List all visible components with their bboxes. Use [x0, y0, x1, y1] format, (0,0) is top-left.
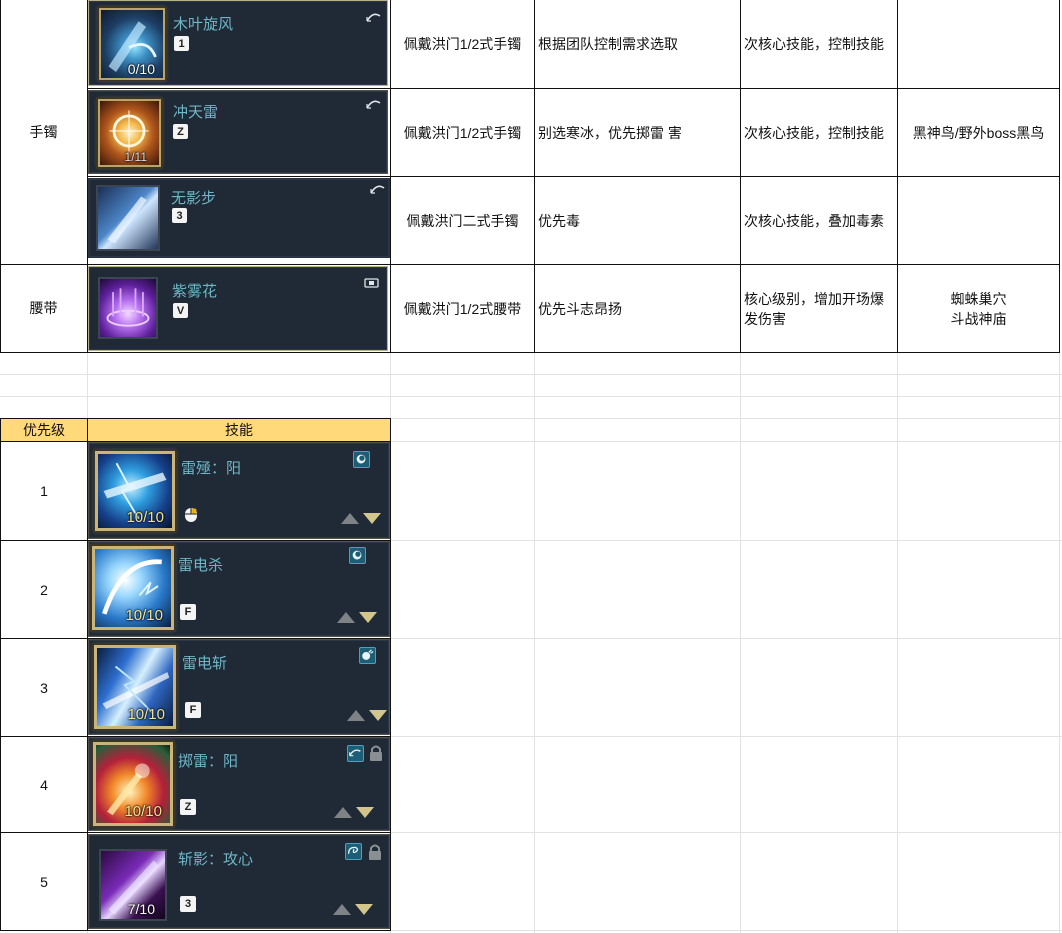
gesture-icon: [366, 100, 381, 109]
skill-level: 10/10: [125, 607, 163, 624]
set-cell: 佩戴洪门1/2式手镯: [403, 124, 522, 141]
lock-icon: [369, 844, 381, 860]
skill-icon-whirlwind: 0/10: [99, 8, 165, 80]
source-cell: [898, 0, 1059, 88]
note-cell: 优先毒: [538, 212, 580, 229]
skill-icon-shadowless-step: [96, 185, 160, 251]
skill-key: Z: [173, 124, 188, 139]
category-belt: 腰带: [0, 264, 87, 352]
skill-level: 10/10: [127, 706, 165, 723]
skill-icon-skyward-thunder: 1/11: [98, 99, 161, 167]
skill-icon-throw-thunder: 10/10: [93, 742, 173, 826]
skill-key: 3: [180, 896, 196, 912]
priority-arrows-icon[interactable]: [345, 707, 389, 723]
skill-key: V: [173, 303, 188, 318]
priority-arrows-icon[interactable]: [339, 510, 383, 526]
role-cell: 次核心技能，控制技能: [744, 124, 884, 141]
skill-key: Z: [180, 799, 196, 815]
skill-name: 紫雾花: [172, 282, 218, 300]
skill-card[interactable]: 0/10 木叶旋风 1: [88, 0, 388, 86]
skill-card[interactable]: 无影步 3: [88, 178, 390, 258]
skill-icon-lightning-kill: 10/10: [92, 546, 174, 630]
skill-type-icon: [349, 547, 366, 564]
skill-type-icon: [347, 745, 364, 762]
category-label: 手镯: [29, 124, 58, 140]
skill-key: 3: [172, 208, 187, 223]
priority-number: 4: [40, 776, 48, 793]
note-cell: 别选寒冰，优先掷雷 害: [538, 124, 682, 141]
skill-key: F: [185, 702, 201, 718]
skill-name: 雷电斩: [182, 654, 228, 672]
skill-card[interactable]: 7/10 斩影：攻心 3: [88, 834, 390, 929]
skill-key: F: [180, 604, 196, 620]
priority-number: 1: [40, 483, 48, 499]
set-cell: 佩戴洪门二式手镯: [406, 212, 519, 229]
set-cell: 佩戴洪门1/2式手镯: [403, 36, 522, 52]
priority-number: 3: [40, 679, 48, 696]
lock-icon: [370, 745, 382, 761]
skill-icon-thunder-strike: 10/10: [95, 451, 175, 531]
skill-card[interactable]: 10/10 雷殛：阳: [88, 442, 390, 539]
skill-type-icon: [353, 451, 370, 468]
skill-key: 1: [174, 36, 189, 51]
skill-card[interactable]: 紫雾花 V: [88, 266, 388, 351]
header-priority: 优先级: [1, 419, 87, 441]
header-skill: 技能: [88, 419, 390, 441]
skill-name: 雷电杀: [178, 556, 224, 574]
skill-type-icon: [345, 843, 362, 860]
gesture-icon: [366, 13, 381, 22]
source-cell: 蜘蛛巢穴 斗战神庙: [950, 290, 1007, 327]
set-cell: 佩戴洪门1/2式腰带: [403, 300, 522, 317]
skill-type-icon: [359, 647, 376, 664]
priority-arrows-icon[interactable]: [332, 804, 376, 820]
skill-icon-lightning-slash: 10/10: [94, 645, 176, 729]
skill-level: 0/10: [127, 61, 155, 77]
note-cell: 优先斗志昂扬: [538, 300, 622, 317]
skill-level: 10/10: [126, 509, 164, 526]
role-cell: 次核心技能，控制技能: [744, 36, 884, 52]
role-cell: 核心级别，增加开场爆 发伤害: [744, 290, 884, 327]
skill-card[interactable]: 1/11 冲天雷 Z: [88, 90, 388, 174]
skill-level: 7/10: [127, 901, 155, 917]
priority-arrows-icon[interactable]: [335, 609, 379, 625]
mouse-icon: [185, 508, 197, 522]
skill-name: 无影步: [171, 189, 217, 207]
skill-card[interactable]: 10/10 雷电杀 F: [88, 541, 390, 637]
skill-name: 掷雷：阳: [178, 752, 239, 770]
belt-icon: [364, 278, 379, 288]
skill-icon-shadow-slash: 7/10: [99, 849, 167, 921]
skill-level: 10/10: [124, 803, 162, 820]
skill-card[interactable]: 10/10 雷电斩 F: [88, 639, 390, 735]
source-cell: 黑神鸟/野外boss黑鸟: [912, 124, 1045, 141]
priority-number: 2: [40, 581, 48, 598]
skill-name: 斩影：攻心: [178, 850, 254, 868]
role-cell: 次核心技能，叠加毒素: [744, 212, 884, 229]
source-cell: [898, 177, 1059, 264]
skill-card[interactable]: 10/10 掷雷：阳 Z: [88, 737, 390, 831]
skill-icon-purple-mist: [98, 277, 158, 339]
skill-name: 冲天雷: [173, 103, 219, 121]
priority-number: 5: [40, 873, 48, 890]
skill-name: 木叶旋风: [173, 15, 234, 33]
category-label: 腰带: [29, 300, 58, 316]
skill-level: 1/11: [124, 150, 147, 164]
note-cell: 根据团队控制需求选取: [538, 36, 678, 52]
gesture-icon: [370, 185, 385, 194]
category-bracelet: 手镯: [0, 0, 87, 264]
priority-arrows-icon[interactable]: [331, 901, 375, 917]
skill-name: 雷殛：阳: [181, 459, 242, 477]
